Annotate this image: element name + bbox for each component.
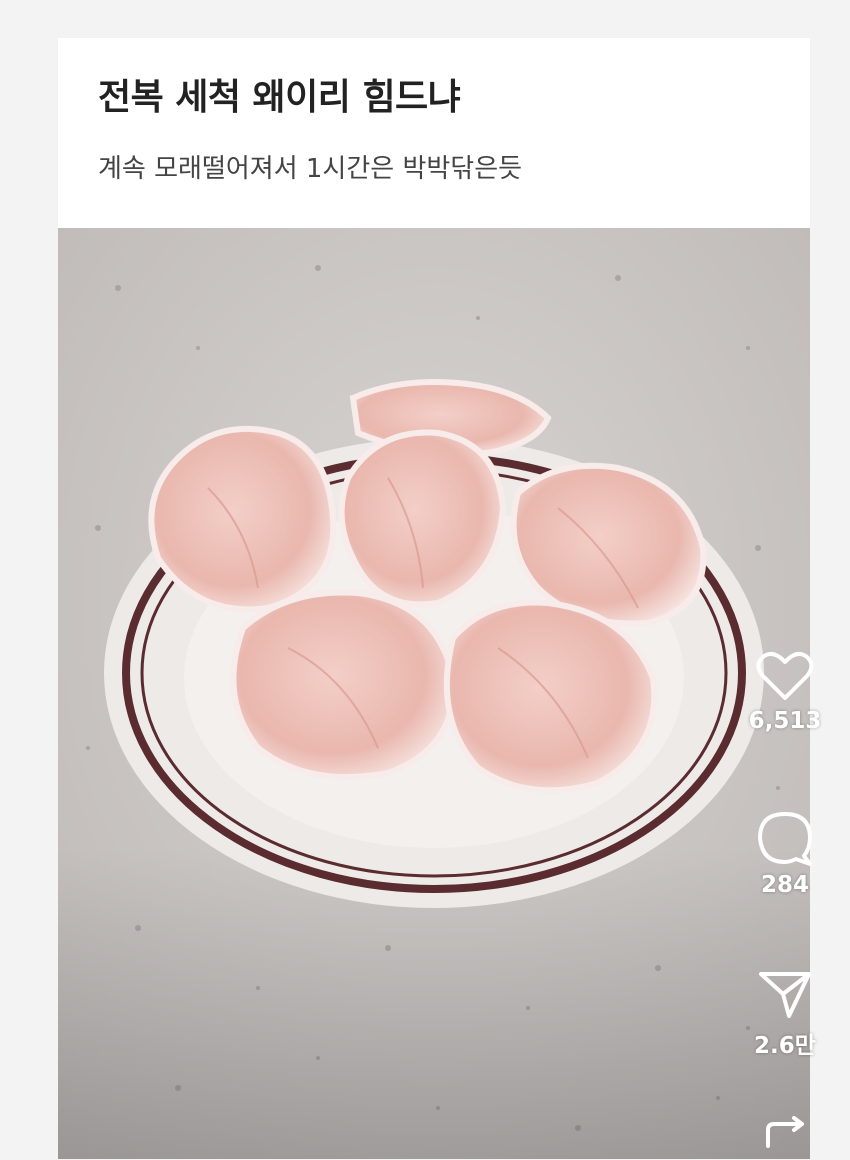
post-title: 전복 세척 왜이리 힘드냐 — [98, 77, 461, 118]
post-photo[interactable] — [58, 228, 810, 1159]
like-action[interactable]: 6,513 — [745, 650, 825, 734]
comment-count: 284 — [760, 872, 809, 898]
post-subtitle: 계속 모래떨어져서 1시간은 박박닦은듯 — [98, 154, 523, 184]
post-card: 전복 세척 왜이리 힘드냐 계속 모래떨어져서 1시간은 박박닦은듯 — [58, 38, 810, 1159]
repost-icon[interactable] — [760, 1116, 810, 1160]
like-count: 6,513 — [748, 708, 822, 734]
share-action[interactable]: 2.6만 — [745, 968, 825, 1060]
heart-icon[interactable] — [756, 650, 814, 702]
repost-action[interactable] — [745, 1116, 825, 1160]
share-count: 2.6만 — [754, 1033, 816, 1059]
send-icon[interactable] — [757, 968, 813, 1020]
abalone-plate-illustration — [58, 228, 810, 1159]
comment-action[interactable]: 284 — [745, 810, 825, 898]
comment-icon[interactable] — [756, 810, 814, 866]
